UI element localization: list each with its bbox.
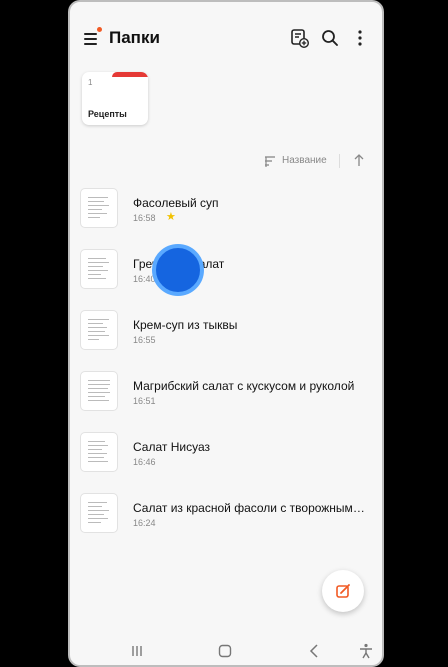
sort-label[interactable]: Название — [282, 155, 327, 166]
back-icon[interactable] — [306, 642, 324, 660]
note-time: 16:51 — [133, 396, 156, 406]
note-thumbnail — [80, 249, 118, 289]
recent-apps-icon[interactable] — [128, 642, 146, 660]
note-title: Салат из красной фасоли с творожным сыро… — [133, 501, 368, 515]
note-item[interactable]: Салат Нисуаз 16:46 — [70, 432, 382, 476]
note-thumbnail — [80, 432, 118, 472]
sort-bar: Название — [70, 152, 382, 170]
note-item[interactable]: Салат из красной фасоли с творожным сыро… — [70, 493, 382, 537]
note-title: Салат Нисуаз — [133, 440, 210, 454]
note-thumbnail — [80, 188, 118, 228]
note-time: 16:55 — [133, 335, 156, 345]
note-item[interactable]: Крем-суп из тыквы 16:55 — [70, 310, 382, 354]
folder-note-count: 1 — [88, 78, 93, 87]
menu-icon[interactable] — [82, 27, 102, 48]
sort-divider — [339, 154, 340, 168]
note-item[interactable]: Фасолевый суп 16:58 ★ — [70, 188, 382, 232]
folder-color-tab — [112, 72, 148, 77]
home-icon[interactable] — [216, 642, 234, 660]
add-folder-icon[interactable] — [288, 27, 310, 49]
note-time: 16:24 — [133, 518, 156, 528]
note-title: Магрибский салат с кускусом и руколой — [133, 379, 355, 393]
note-time: 16:58 — [133, 213, 156, 223]
note-time: 16:46 — [133, 457, 156, 467]
more-options-icon[interactable] — [349, 27, 371, 49]
sort-icon[interactable] — [263, 154, 277, 168]
system-nav-bar — [70, 636, 382, 665]
arrow-up-icon[interactable] — [352, 153, 366, 167]
page-title: Папки — [109, 28, 160, 47]
note-item[interactable]: Греческий салат 16:40 — [70, 249, 382, 293]
folders-section: 1 Рецепты — [82, 72, 148, 125]
accessibility-icon[interactable] — [357, 642, 375, 660]
note-title: Крем-суп из тыквы — [133, 318, 238, 332]
folder-card-recipes[interactable]: 1 Рецепты — [82, 72, 148, 125]
phone-screen: Папки 1 Рецепты Название Фасолевый суп 1… — [68, 0, 384, 667]
folder-name: Рецепты — [88, 109, 127, 119]
note-title: Фасолевый суп — [133, 196, 219, 210]
search-icon[interactable] — [319, 27, 341, 49]
star-icon: ★ — [166, 211, 176, 223]
app-header: Папки — [70, 24, 382, 52]
touch-indicator — [152, 244, 204, 296]
note-thumbnail — [80, 371, 118, 411]
compose-note-icon — [336, 584, 350, 598]
note-thumbnail — [80, 310, 118, 350]
notification-dot — [97, 27, 102, 32]
note-thumbnail — [80, 493, 118, 533]
compose-note-button[interactable] — [322, 570, 364, 612]
note-item[interactable]: Магрибский салат с кускусом и руколой 16… — [70, 371, 382, 415]
